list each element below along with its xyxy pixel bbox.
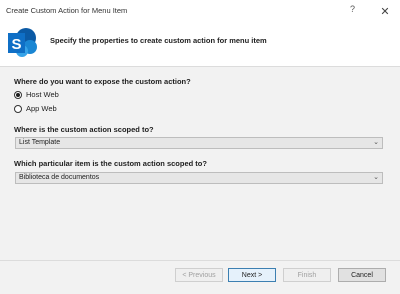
content-area: Where do you want to expose the custom a… [0, 67, 400, 260]
help-button[interactable]: ? [350, 4, 355, 14]
radio-button[interactable] [14, 104, 22, 113]
radio-app-web[interactable]: App Web [14, 104, 57, 113]
scope-dropdown[interactable]: List Template ⌄ [15, 137, 383, 149]
button-bar: < Previous Next > Finish Cancel [0, 260, 400, 294]
scope-question: Where is the custom action scoped to? [14, 125, 154, 134]
finish-button[interactable]: Finish [283, 268, 331, 282]
radio-host-web[interactable]: Host Web [14, 90, 59, 99]
chevron-down-icon: ⌄ [373, 139, 379, 146]
chevron-down-icon: ⌄ [373, 174, 379, 181]
window-title: Create Custom Action for Menu Item [6, 6, 128, 15]
next-button[interactable]: Next > [228, 268, 276, 282]
close-button[interactable]: ✕ [370, 0, 400, 22]
title-bar: Create Custom Action for Menu Item ? ✕ [0, 0, 400, 23]
item-dropdown[interactable]: Biblioteca de documentos ⌄ [15, 172, 383, 184]
cancel-button[interactable]: Cancel [338, 268, 386, 282]
radio-button-selected[interactable] [14, 90, 22, 99]
scope-selected-value: List Template [19, 139, 61, 146]
expose-question: Where do you want to expose the custom a… [14, 77, 191, 86]
radio-label: Host Web [26, 90, 59, 99]
previous-button[interactable]: < Previous [175, 268, 223, 282]
radio-label: App Web [26, 104, 57, 113]
close-icon: ✕ [380, 5, 390, 18]
page-heading: Specify the properties to create custom … [50, 36, 267, 45]
item-selected-value: Biblioteca de documentos [19, 174, 100, 181]
sharepoint-logo-icon: S [8, 28, 37, 57]
header-banner: S Specify the properties to create custo… [0, 22, 400, 67]
logo-letter: S [11, 36, 21, 53]
item-question: Which particular item is the custom acti… [14, 159, 207, 168]
